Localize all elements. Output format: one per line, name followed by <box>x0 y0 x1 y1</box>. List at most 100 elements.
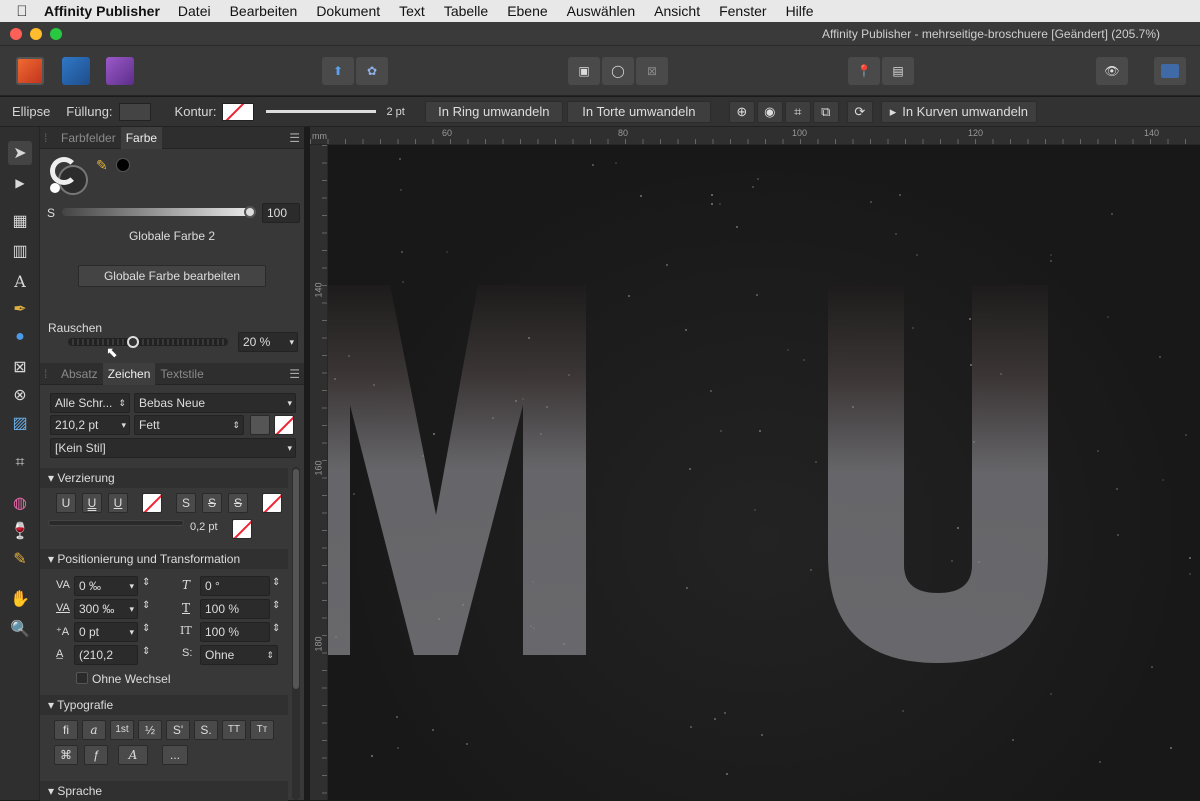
horizontal-ruler[interactable]: mm 60 80 100 120 140 <box>310 127 1200 145</box>
transform-section-header[interactable]: ▾ Positionierung und Transformation <box>40 549 288 569</box>
stepper-icon[interactable]: ⇕ <box>272 577 280 588</box>
minimize-window-button[interactable] <box>30 28 42 40</box>
hand-tool-icon[interactable]: ✋ <box>8 587 32 611</box>
crosshair-icon[interactable]: ⊕ <box>728 100 755 123</box>
underline-button[interactable]: U <box>56 493 76 513</box>
noise-slider-knob[interactable] <box>127 336 140 348</box>
color-swatch-black[interactable] <box>116 158 130 172</box>
superscript-button[interactable]: S' <box>166 720 190 740</box>
stylistic-button[interactable]: ƒ <box>84 745 108 765</box>
shift-select[interactable]: Ohne ⇕ <box>200 645 278 665</box>
menu-dokument[interactable]: Dokument <box>316 3 380 19</box>
circle-preview-icon[interactable]: ◯ <box>602 57 634 85</box>
convert-to-pie-button[interactable]: In Torte umwandeln <box>566 100 711 123</box>
convert-to-ring-button[interactable]: In Ring umwandeln <box>424 100 563 123</box>
character-style-select[interactable]: [Kein Stil] ▾ <box>50 438 296 458</box>
zoom-tool-icon[interactable]: 🔍 <box>8 617 32 641</box>
fill-swatch[interactable] <box>118 102 151 121</box>
rotate-icon[interactable]: ⟳ <box>846 100 873 123</box>
ellipse-tool-icon[interactable]: ● <box>8 325 32 349</box>
apple-menu-icon[interactable]:  <box>0 3 44 20</box>
tracking-field[interactable]: 0 ‰ ▾ <box>74 576 138 596</box>
saturation-slider[interactable] <box>62 208 256 216</box>
edit-global-color-button[interactable]: Globale Farbe bearbeiten <box>78 265 266 287</box>
color-preview-circles[interactable] <box>50 157 90 197</box>
transform-icon[interactable]: ⧉ <box>812 100 839 123</box>
size-field[interactable]: (210,2 <box>74 645 138 665</box>
font-weight-select[interactable]: Fett ⇕ <box>134 415 244 435</box>
menu-auswaehlen[interactable]: Auswählen <box>567 3 636 19</box>
stroke-width-slider[interactable] <box>266 110 377 113</box>
strikethrough-button[interactable]: S <box>176 493 196 513</box>
font-size-field[interactable]: 210,2 pt ▾ <box>50 415 130 435</box>
no-break-checkbox[interactable] <box>76 672 88 684</box>
layout-icon[interactable]: ▤ <box>882 57 914 85</box>
horizontal-scale-field[interactable]: 100 % <box>200 599 270 619</box>
panel-toggle-icon[interactable] <box>1154 57 1186 85</box>
eye-icon[interactable]: ◉ <box>756 100 783 123</box>
convert-to-curves-button[interactable]: ▸ In Kurven umwandeln <box>880 100 1037 123</box>
tab-text-styles[interactable]: Textstile <box>155 363 208 385</box>
stepper-icon[interactable]: ⇕ <box>272 623 280 634</box>
strikethrough-manual-button[interactable]: S <box>228 493 248 513</box>
frame-icon[interactable]: ⊠ <box>636 57 668 85</box>
share-icon[interactable]: ⬆ <box>322 57 354 85</box>
menu-ebene[interactable]: Ebene <box>507 3 547 19</box>
language-section-header[interactable]: ▾ Sprache <box>40 781 288 801</box>
strikethrough-color-swatch[interactable] <box>262 493 282 513</box>
crop-tool-icon[interactable]: ⌗ <box>8 451 32 475</box>
publisher-persona-icon[interactable] <box>16 57 44 85</box>
designer-persona-icon[interactable] <box>106 57 134 85</box>
menu-datei[interactable]: Datei <box>178 3 211 19</box>
typography-section-header[interactable]: ▾ Typografie <box>40 695 288 715</box>
fill-tool-icon[interactable]: 🍷 <box>8 519 32 543</box>
artistic-text-tool-icon[interactable]: A <box>8 269 32 293</box>
table-tool-icon[interactable]: ▥ <box>8 239 32 263</box>
glyph-button[interactable]: ⌘ <box>54 745 78 765</box>
picture-frame-tool-icon[interactable]: ⊠ <box>8 355 32 379</box>
stepper-icon[interactable]: ⇕ <box>142 646 150 657</box>
ordinal-button[interactable]: 1st <box>110 720 134 740</box>
move-tool-icon[interactable]: ➤ <box>8 141 32 165</box>
double-underline-button[interactable]: U <box>82 493 102 513</box>
stepper-icon[interactable]: ⇕ <box>142 600 150 611</box>
stroke-swatch[interactable] <box>222 102 255 121</box>
saturation-slider-knob[interactable] <box>244 206 256 218</box>
snap-icon[interactable]: ⌗ <box>784 100 811 123</box>
line-color-swatch[interactable] <box>232 519 252 539</box>
ligature-button[interactable]: fi <box>54 720 78 740</box>
underline-manual-button[interactable]: U <box>108 493 128 513</box>
stepper-icon[interactable]: ⇕ <box>272 600 280 611</box>
menu-tabelle[interactable]: Tabelle <box>444 3 488 19</box>
ellipse-frame-tool-icon[interactable]: ⊗ <box>8 383 32 407</box>
document-canvas[interactable] <box>328 145 1200 800</box>
swash-button[interactable]: a <box>82 720 106 740</box>
kerning-field[interactable]: 300 ‰ ▾ <box>74 599 138 619</box>
stepper-icon[interactable]: ⇕ <box>142 577 150 588</box>
all-caps-button[interactable]: TT <box>222 720 246 740</box>
more-typography-button[interactable]: ... <box>162 745 188 765</box>
zoom-window-button[interactable] <box>50 28 62 40</box>
eyedropper-icon[interactable]: ✎ <box>96 157 108 174</box>
text-stroke-swatch[interactable] <box>274 415 294 435</box>
place-image-tool-icon[interactable]: ▨ <box>8 411 32 435</box>
vertical-scale-field[interactable]: 100 % <box>200 622 270 642</box>
app-menu[interactable]: Affinity Publisher <box>44 3 160 19</box>
menu-bearbeiten[interactable]: Bearbeiten <box>230 3 298 19</box>
fraction-button[interactable]: ½ <box>138 720 162 740</box>
color-picker-wheel-icon[interactable]: ◍ <box>8 491 32 515</box>
noise-slider[interactable] <box>68 338 228 346</box>
drag-handle-icon[interactable]: ⁞ <box>44 131 56 145</box>
panel-scrollbar[interactable] <box>292 467 300 800</box>
menu-text[interactable]: Text <box>399 3 425 19</box>
tab-character[interactable]: Zeichen <box>102 362 156 385</box>
text-fill-swatch[interactable] <box>250 415 270 435</box>
saturation-value[interactable]: 100 <box>262 203 300 223</box>
drag-handle-icon[interactable]: ⁞ <box>44 367 56 381</box>
pen-tool-icon[interactable]: ✒ <box>8 297 32 321</box>
vertical-ruler[interactable]: 140 160 180 <box>310 145 328 800</box>
tab-color[interactable]: Farbe <box>120 126 163 149</box>
stepper-icon[interactable]: ⇕ <box>142 623 150 634</box>
scrollbar-thumb[interactable] <box>293 469 299 689</box>
eyedropper-tool-icon[interactable]: ✎ <box>8 547 32 571</box>
